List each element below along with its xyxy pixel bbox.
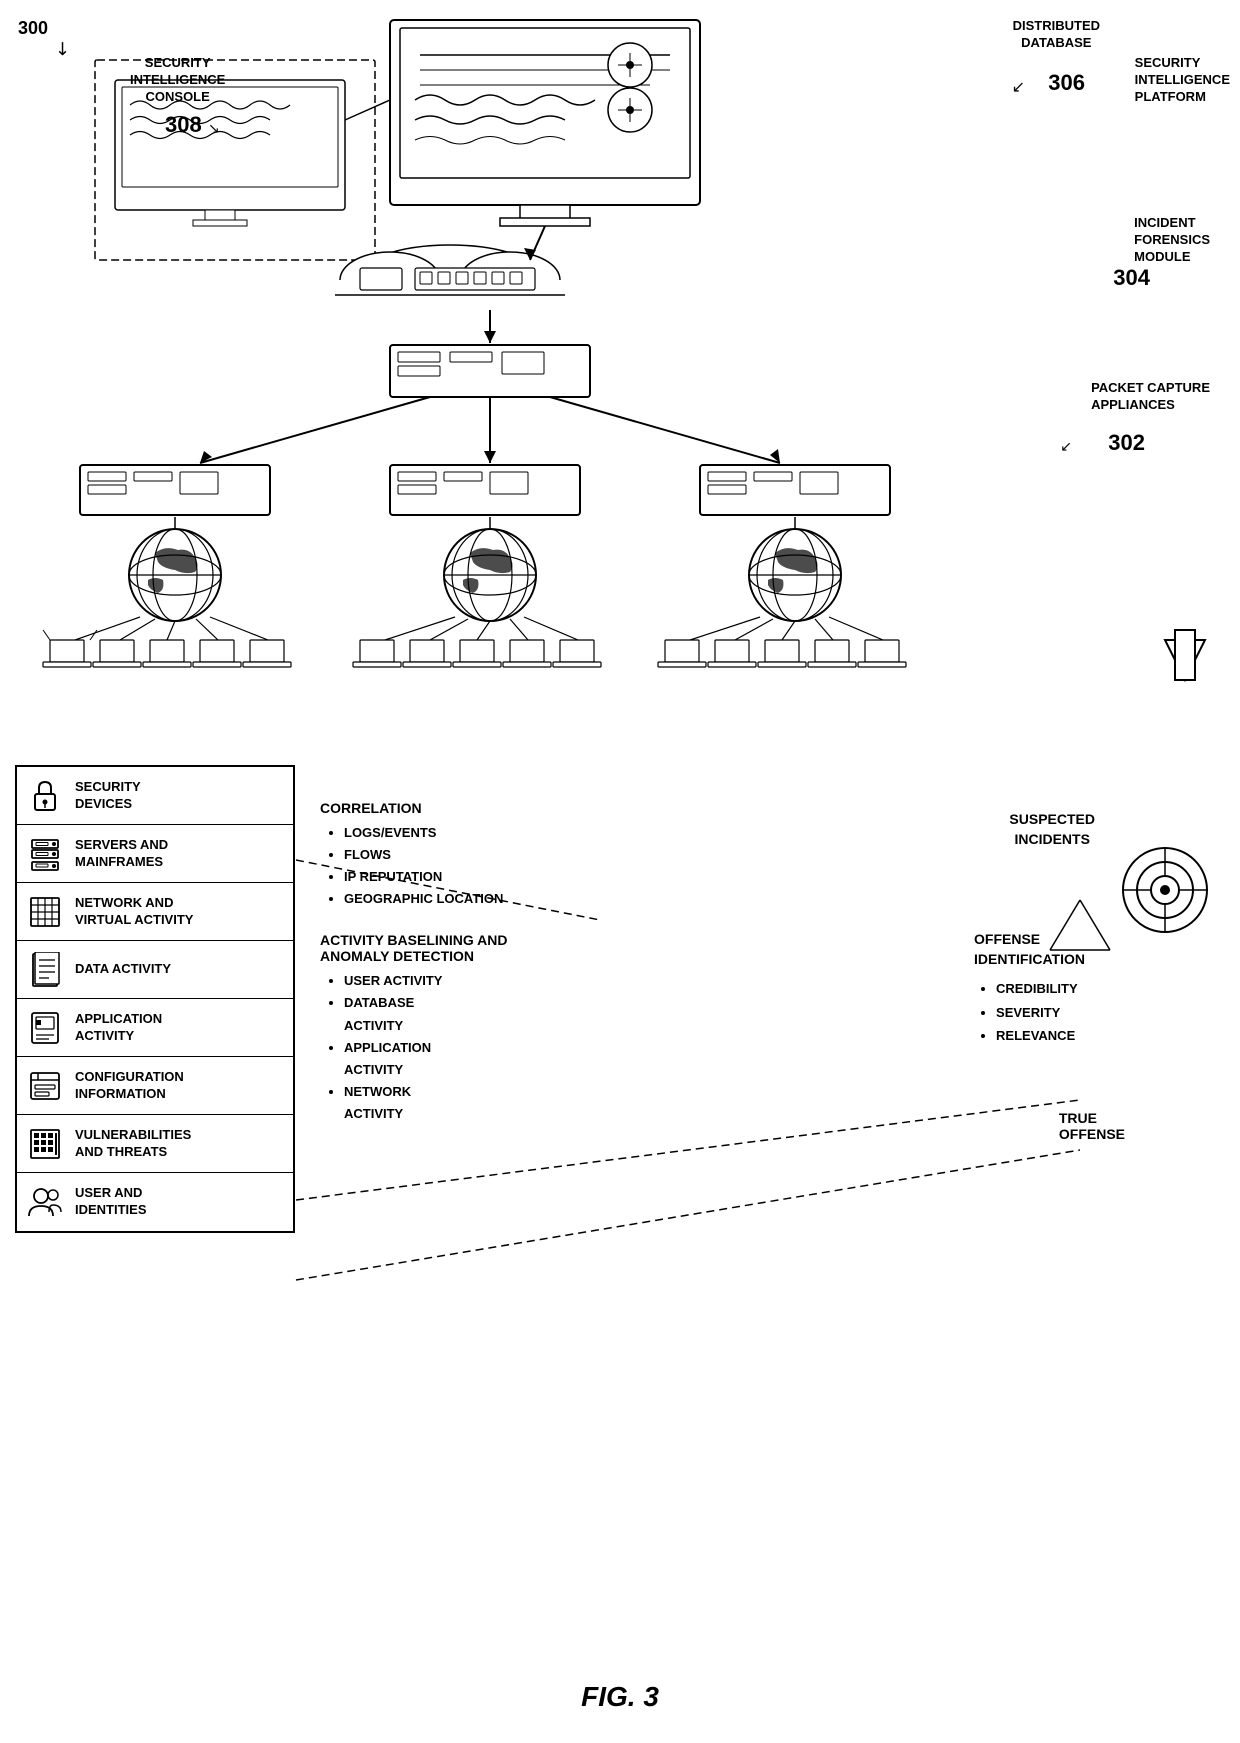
- correlation-list: LOGS/EVENTS FLOWS IP REPUTATION GEOGRAPH…: [320, 822, 880, 910]
- distributed-database-num: 306: [1048, 70, 1085, 96]
- sic-num: 308: [165, 112, 202, 138]
- activity-baselining-title: ACTIVITY BASELINING ANDANOMALY DETECTION: [320, 932, 880, 964]
- distributed-database-arrow: ↙: [1012, 77, 1025, 97]
- ifm-label: INCIDENTFORENSICSMODULE: [1134, 215, 1210, 266]
- suspected-incidents-label: SUSPECTEDINCIDENTS: [1009, 810, 1095, 849]
- panel-item-network: NETWORK ANDVIRTUAL ACTIVITY: [17, 883, 293, 941]
- lock-icon: [27, 778, 63, 814]
- sic-arrow: ↘: [208, 120, 220, 137]
- panel-item-security-devices: SECURITYDEVICES: [17, 767, 293, 825]
- vulnerabilities-label: VULNERABILITIESAND THREATS: [75, 1127, 191, 1161]
- panel-item-application: APPLICATIONACTIVITY: [17, 999, 293, 1057]
- grid-icon: [27, 894, 63, 930]
- correlation-title: CORRELATION: [320, 800, 880, 816]
- sip-label: SECURITYINTELLIGENCEPLATFORM: [1135, 55, 1230, 106]
- user-identities-label: USER ANDIDENTITIES: [75, 1185, 147, 1219]
- left-panel: SECURITYDEVICES SERVERS ANDMAINFRAME: [15, 765, 295, 1233]
- correlation-item-4: GEOGRAPHIC LOCATION: [344, 888, 880, 910]
- offense-identification-title: OFFENSEIDENTIFICATION: [974, 930, 1085, 969]
- ref-300-arrow: ↗: [50, 36, 76, 62]
- ref-300-label: 300: [18, 18, 48, 39]
- panel-item-users: USER ANDIDENTITIES: [17, 1173, 293, 1231]
- activity-item-4: NETWORKACTIVITY: [344, 1081, 880, 1125]
- security-devices-label: SECURITYDEVICES: [75, 779, 141, 813]
- configuration-info-label: CONFIGURATIONINFORMATION: [75, 1069, 184, 1103]
- pca-num: 302: [1108, 430, 1145, 456]
- offense-identification-area: OFFENSEIDENTIFICATION CREDIBILITY SEVERI…: [974, 930, 1085, 1047]
- correlation-item-3: IP REPUTATION: [344, 866, 880, 888]
- offense-item-severity: SEVERITY: [996, 1001, 1085, 1024]
- offense-list: CREDIBILITY SEVERITY RELEVANCE: [974, 977, 1085, 1047]
- panel-item-vulnerabilities: VULNERABILITIESAND THREATS: [17, 1115, 293, 1173]
- server-icon: [27, 836, 63, 872]
- app-icon: [27, 1010, 63, 1046]
- panel-item-config: CONFIGURATIONINFORMATION: [17, 1057, 293, 1115]
- ifm-num: 304: [1113, 265, 1150, 291]
- panel-item-servers: SERVERS ANDMAINFRAMES: [17, 825, 293, 883]
- network-label: NETWORK ANDVIRTUAL ACTIVITY: [75, 895, 193, 929]
- file-icon: [27, 952, 63, 988]
- application-activity-label: APPLICATIONACTIVITY: [75, 1011, 162, 1045]
- activity-item-1: USER ACTIVITY: [344, 970, 880, 992]
- servers-label: SERVERS ANDMAINFRAMES: [75, 837, 168, 871]
- users-icon: [27, 1184, 63, 1220]
- offense-item-credibility: CREDIBILITY: [996, 977, 1085, 1000]
- offense-item-relevance: RELEVANCE: [996, 1024, 1085, 1047]
- config-icon: [27, 1068, 63, 1104]
- panel-item-data: DATA ACTIVITY: [17, 941, 293, 999]
- pca-label: PACKET CAPTUREAPPLIANCES: [1091, 380, 1210, 414]
- activity-list: USER ACTIVITY DATABASEACTIVITY APPLICATI…: [320, 970, 880, 1125]
- data-activity-label: DATA ACTIVITY: [75, 961, 171, 978]
- figure-label: FIG. 3: [581, 1681, 659, 1713]
- correlation-item-2: FLOWS: [344, 844, 880, 866]
- correlation-item-1: LOGS/EVENTS: [344, 822, 880, 844]
- activity-item-3: APPLICATIONACTIVITY: [344, 1037, 880, 1081]
- true-offense-label: TRUEOFFENSE: [1059, 1110, 1125, 1142]
- grid2-icon: [27, 1126, 63, 1162]
- diagram-container: 300 ↗ DISTRIBUTEDDATABASE 306 ↙ SECURITY…: [0, 0, 1240, 1743]
- right-content-area: CORRELATION LOGS/EVENTS FLOWS IP REPUTAT…: [320, 800, 880, 1125]
- activity-item-2: DATABASEACTIVITY: [344, 992, 880, 1036]
- target-circle: [1120, 845, 1210, 935]
- sic-label: SECURITYINTELLIGENCECONSOLE: [130, 55, 225, 106]
- pca-arrow: ↙: [1060, 438, 1072, 455]
- distributed-database-label: DISTRIBUTEDDATABASE: [1013, 18, 1100, 52]
